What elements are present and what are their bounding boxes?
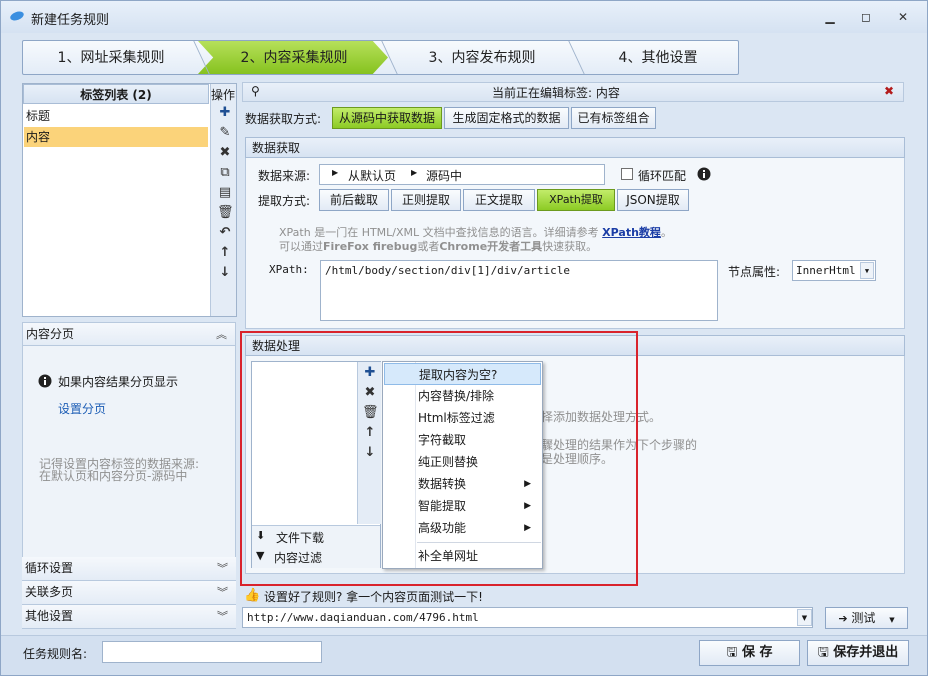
tab-other-settings[interactable]: 4、其他设置 (577, 41, 739, 75)
test-url-input[interactable]: http://www.daqianduan.com/4796.html (242, 607, 813, 628)
test-prompt: 设置好了规则? 拿一个内容页面测试一下! (264, 590, 483, 604)
login-arrow-icon: ➔ (838, 612, 848, 625)
method-label: 提取方式: (258, 194, 311, 208)
xpath-input[interactable]: /html/body/section/div[1]/div/article (320, 260, 718, 321)
pin-icon: ⚲ (251, 84, 260, 98)
tag-item-content[interactable]: 内容 (24, 127, 208, 147)
close-editing-icon[interactable]: ✖ (884, 84, 894, 98)
info-icon (38, 374, 52, 388)
delete-icon[interactable]: ✖ (217, 145, 233, 161)
other-settings-label: 其他设置 (25, 609, 74, 623)
pagination-note-2: 在默认页和内容分页-源码中 (39, 469, 188, 483)
save-exit-button[interactable]: 🖫 保存并退出 (807, 640, 909, 666)
chevron-down-icon[interactable]: ▼ (797, 609, 812, 626)
related-pages-header[interactable]: 关联多页 ︾ (22, 581, 236, 605)
collapse-icon: ︽ (216, 328, 227, 341)
save-button[interactable]: 🖫 保 存 (699, 640, 800, 666)
tab-publish-rules[interactable]: 3、内容发布规则 (389, 41, 575, 75)
pagination-title: 内容分页 (26, 327, 75, 341)
highlight-box (240, 331, 638, 586)
source-label: 数据来源: (258, 169, 311, 183)
source-part-1[interactable]: 从默认页 (348, 167, 396, 184)
source-part-2[interactable]: 源码中 (426, 167, 462, 184)
rule-name-label: 任务规则名: (23, 647, 88, 661)
loop-match-checkbox[interactable] (621, 168, 633, 180)
tab-url-rules[interactable]: 1、网址采集规则 (23, 41, 199, 75)
xpath-label: XPath: (269, 263, 309, 276)
hint-chrome: Chrome开发者工具 (439, 240, 543, 253)
title-bar: 新建任务规则 ▁ ◻ ✕ (1, 1, 927, 33)
hint-end: 。 (660, 226, 672, 239)
save-icon: 🖫 (726, 645, 738, 660)
minimize-button[interactable]: ▁ (821, 9, 839, 25)
editing-label: 当前正在编辑标签: 内容 (492, 86, 620, 100)
edit-icon[interactable]: ✎ (217, 125, 233, 141)
fetch-fixed-format-button[interactable]: 生成固定格式的数据 (444, 107, 569, 129)
tag-item-title[interactable]: 标题 (24, 106, 208, 126)
hint-fast: 快速获取。 (542, 240, 598, 253)
window: 新建任务规则 ▁ ◻ ✕ 1、网址采集规则 2、内容采集规则 3、内容发布规则 … (0, 0, 928, 676)
help-info-icon[interactable] (697, 167, 711, 181)
method-article-button[interactable]: 正文提取 (463, 189, 535, 211)
data-fetch-header: 数据获取 (245, 137, 905, 158)
loop-match-label: 循环匹配 (638, 169, 687, 183)
save-exit-button-label: 保存并退出 (833, 645, 899, 660)
chevron-right-icon: ▶ (411, 168, 418, 177)
save-icon: 🖫 (817, 645, 829, 660)
paste-icon[interactable]: ▤ (217, 185, 233, 201)
copy-icon[interactable]: ⧉ (217, 165, 233, 181)
close-button[interactable]: ✕ (894, 9, 912, 25)
set-pagination-link[interactable]: 设置分页 (58, 400, 106, 417)
chevron-down-icon[interactable]: ▼ (860, 262, 874, 279)
chevron-right-icon: ▶ (332, 168, 339, 177)
app-logo-icon (10, 11, 24, 21)
undo-icon[interactable]: ↶ (217, 225, 233, 241)
thumbs-up-icon: 👍 (244, 588, 261, 603)
fetch-combine-tags-button[interactable]: 已有标签组合 (571, 107, 656, 129)
test-button[interactable]: ➔ 测试 ▼ (825, 607, 908, 629)
rule-name-input[interactable] (102, 641, 322, 663)
pagination-info: 如果内容结果分页显示 (58, 375, 179, 389)
node-attr-value: InnerHtml (796, 264, 856, 277)
method-regex-button[interactable]: 正则提取 (391, 189, 461, 211)
node-attr-select[interactable]: InnerHtml ▼ (792, 260, 876, 281)
xpath-tutorial-link[interactable]: XPath教程 (602, 226, 661, 239)
fetch-mode-label: 数据获取方式: (245, 112, 322, 126)
hint-firefox: FireFox firebug (323, 240, 418, 253)
test-button-label: 测试 (851, 611, 876, 625)
dropdown-arrow-icon: ▼ (889, 616, 895, 624)
hint-text: 可以通过 (279, 240, 323, 253)
expand-icon: ︾ (217, 610, 228, 623)
move-down-icon[interactable]: ↓ (217, 265, 233, 281)
other-settings-header[interactable]: 其他设置 ︾ (22, 605, 236, 629)
method-json-button[interactable]: JSON提取 (617, 189, 689, 211)
ops-header: 操作 (211, 88, 236, 102)
move-up-icon[interactable]: ↑ (217, 245, 233, 261)
hint-or: 或者 (417, 240, 440, 253)
loop-settings-label: 循环设置 (25, 561, 74, 575)
pagination-header[interactable]: 内容分页 ︽ (22, 322, 236, 346)
xpath-hint-line-2: 可以通过FireFox firebug或者Chrome开发者工具快速获取。 (279, 238, 597, 254)
related-pages-label: 关联多页 (25, 585, 74, 599)
method-before-after-button[interactable]: 前后截取 (319, 189, 389, 211)
tab-content-rules[interactable]: 2、内容采集规则 (201, 41, 387, 75)
loop-settings-header[interactable]: 循环设置 ︾ (22, 557, 236, 581)
trash-icon[interactable]: 🗑 (217, 205, 234, 221)
save-button-label: 保 存 (742, 645, 773, 660)
expand-icon: ︾ (217, 562, 228, 575)
source-breadcrumb[interactable]: ▶ 从默认页 ▶ 源码中 (319, 164, 605, 185)
method-xpath-button[interactable]: XPath提取 (537, 189, 615, 211)
expand-icon: ︾ (217, 586, 228, 599)
maximize-button[interactable]: ◻ (857, 9, 875, 25)
window-title: 新建任务规则 (31, 13, 110, 28)
node-attr-label: 节点属性: (728, 265, 781, 279)
fetch-from-source-button[interactable]: 从源码中获取数据 (332, 107, 442, 129)
add-icon[interactable]: ✚ (217, 105, 233, 121)
tag-list-header: 标签列表 (2) (23, 84, 209, 104)
